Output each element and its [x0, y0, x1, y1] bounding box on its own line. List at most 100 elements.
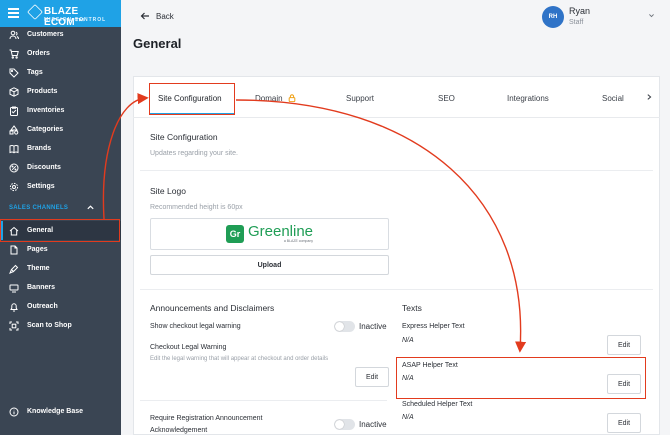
users-icon — [9, 30, 19, 40]
scheduled-helper-value: N/A — [402, 414, 414, 421]
bell-icon — [9, 302, 19, 312]
back-button[interactable]: Back — [140, 11, 174, 21]
tab-label: Domain — [255, 94, 283, 103]
edit-express-helper-button[interactable]: Edit — [607, 335, 641, 355]
show-warning-state: Inactive — [359, 322, 387, 331]
sidebar-item-pages[interactable]: Pages — [0, 240, 121, 259]
show-warning-label: Show checkout legal warning — [150, 323, 241, 330]
chevron-right-icon[interactable] — [645, 93, 653, 101]
gear-icon — [9, 182, 19, 192]
sidebar-item-banners[interactable]: Banners — [0, 278, 121, 297]
sidebar-item-label: Pages — [27, 246, 48, 253]
announcements-title: Announcements and Disclaimers — [150, 303, 275, 313]
clipboard-icon — [9, 106, 19, 116]
sidebar-item-tags[interactable]: Tags — [0, 63, 121, 82]
chevron-down-icon[interactable] — [648, 12, 655, 19]
sidebar-item-orders[interactable]: Orders — [0, 44, 121, 63]
highlight-asap-helper-text — [396, 357, 646, 399]
arrow-left-icon — [140, 12, 149, 20]
sidebar-item-settings[interactable]: Settings — [0, 177, 121, 196]
tag-icon — [9, 68, 19, 78]
sidebar-item-label: Brands — [27, 145, 52, 152]
blaze-logo-icon — [27, 4, 43, 20]
sidebar-header: BLAZE ECOM™ MISSION CONTROL — [0, 0, 121, 28]
scheduled-helper-label: Scheduled Helper Text — [402, 401, 473, 408]
banner-icon — [9, 283, 19, 293]
avatar: RH — [542, 6, 564, 28]
sidebar-item-label: Scan to Shop — [27, 322, 72, 329]
brand-subtitle: MISSION CONTROL — [44, 17, 107, 23]
registration-toggle[interactable] — [334, 419, 355, 430]
sidebar-item-scan-to-shop[interactable]: Scan to Shop — [0, 316, 121, 335]
cart-icon — [9, 49, 19, 59]
sidebar-item-label: Banners — [27, 284, 56, 291]
upload-logo-button[interactable]: Upload — [150, 255, 389, 275]
sidebar-item-label: Products — [27, 88, 58, 95]
sidebar-item-label: Categories — [27, 126, 64, 133]
site-logo-preview: Gr Greenline a BLAZE company — [150, 218, 389, 250]
tab-support[interactable]: Support — [346, 94, 374, 103]
sidebar-item-products[interactable]: Products — [0, 82, 121, 101]
divider — [140, 170, 653, 171]
theme-icon — [9, 264, 19, 274]
sidebar-item-knowledge-base[interactable]: Knowledge Base — [0, 402, 121, 421]
sidebar-item-label: Outreach — [27, 303, 58, 310]
highlight-site-configuration-tab — [149, 83, 235, 115]
legal-warning-description: Edit the legal warning that will appear … — [150, 356, 329, 362]
sidebar-item-theme[interactable]: Theme — [0, 259, 121, 278]
tab-divider — [133, 117, 660, 118]
express-helper-label: Express Helper Text — [402, 323, 465, 330]
page-title: General — [133, 36, 182, 51]
highlight-general-nav — [0, 219, 120, 242]
site-logo-hint: Recommended height is 60px — [150, 204, 243, 211]
user-name: Ryan — [569, 6, 591, 16]
chevron-up-icon[interactable] — [86, 203, 95, 212]
sidebar-item-label: Discounts — [27, 164, 61, 171]
sidebar: BLAZE ECOM™ MISSION CONTROL Customers Or… — [0, 0, 121, 435]
show-warning-toggle[interactable] — [334, 321, 355, 332]
edit-scheduled-helper-button[interactable]: Edit — [607, 413, 641, 433]
user-role: Staff — [569, 19, 584, 26]
texts-title: Texts — [402, 303, 422, 313]
registration-label: Require Registration Announcement — [150, 415, 263, 422]
greenline-wordmark: Greenline — [247, 223, 314, 240]
legal-warning-title: Checkout Legal Warning — [150, 344, 227, 351]
pages-icon — [9, 245, 19, 255]
registration-state: Inactive — [359, 420, 387, 429]
scan-icon — [9, 321, 19, 331]
sidebar-item-label: Knowledge Base — [27, 408, 84, 415]
edit-legal-warning-button[interactable]: Edit — [355, 367, 389, 387]
divider — [140, 289, 653, 290]
box-icon — [9, 86, 19, 97]
express-helper-value: N/A — [402, 337, 414, 344]
sidebar-item-discounts[interactable]: Discounts — [0, 158, 121, 177]
site-logo-title: Site Logo — [150, 186, 186, 196]
registration-label-line2: Acknowledgement — [150, 427, 208, 434]
sales-channels-label: SALES CHANNELS — [9, 205, 69, 211]
sidebar-item-brands[interactable]: Brands — [0, 139, 121, 158]
sidebar-item-label: Theme — [27, 265, 50, 272]
tab-domain[interactable]: Domain — [255, 94, 296, 103]
book-icon — [9, 144, 19, 154]
site-config-subtitle: Updates regarding your site. — [150, 150, 238, 157]
back-label: Back — [156, 11, 174, 21]
sidebar-item-label: Tags — [27, 69, 43, 76]
greenline-logo-icon: Gr — [225, 225, 244, 243]
categories-icon — [9, 124, 19, 135]
info-icon — [9, 407, 19, 417]
menu-icon[interactable] — [8, 8, 19, 18]
discount-icon — [9, 163, 19, 173]
tab-seo[interactable]: SEO — [438, 94, 455, 103]
sidebar-item-label: Customers — [27, 31, 64, 38]
sidebar-item-categories[interactable]: Categories — [0, 120, 121, 139]
sidebar-item-inventories[interactable]: Inventories — [0, 101, 121, 120]
sidebar-item-customers[interactable]: Customers — [0, 25, 121, 44]
tab-integrations[interactable]: Integrations — [507, 94, 549, 103]
sidebar-item-label: Settings — [27, 183, 55, 190]
site-config-title: Site Configuration — [150, 132, 218, 142]
tab-social[interactable]: Social — [602, 94, 624, 103]
divider — [140, 400, 387, 401]
sidebar-item-label: Inventories — [27, 107, 65, 114]
sidebar-item-outreach[interactable]: Outreach — [0, 297, 121, 316]
lock-icon — [288, 94, 296, 102]
